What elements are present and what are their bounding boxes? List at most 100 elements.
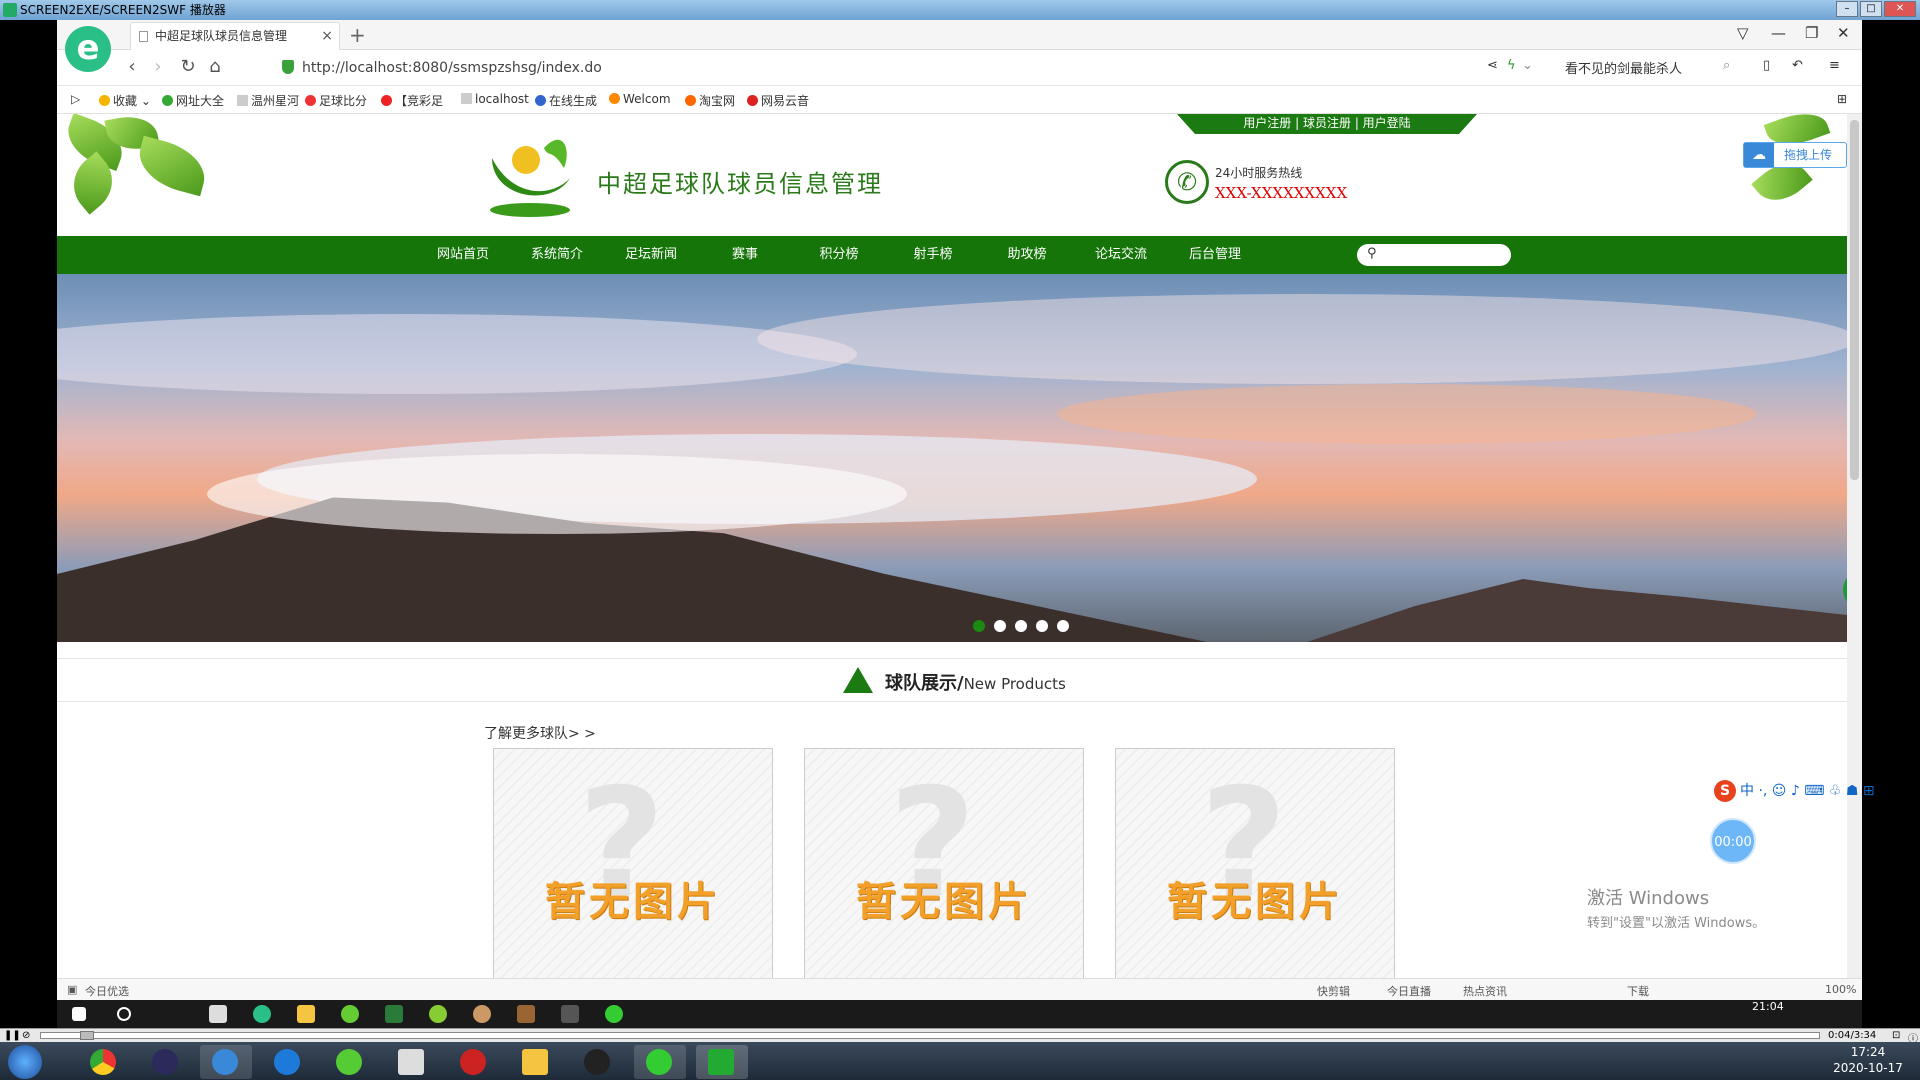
- login-link[interactable]: 用户登陆: [1363, 116, 1411, 130]
- bookmark-item[interactable]: 网易云音: [747, 92, 809, 109]
- player-maximize-icon[interactable]: □: [1860, 1, 1882, 17]
- browser-logo-icon[interactable]: e: [65, 26, 111, 72]
- undo-icon[interactable]: ↶: [1792, 58, 1803, 73]
- nav-news[interactable]: 足坛新闻: [611, 236, 691, 274]
- reload-icon[interactable]: ↻: [176, 56, 200, 77]
- nav-forum[interactable]: 论坛交流: [1081, 236, 1161, 274]
- grid-icon[interactable]: ⊞: [1837, 92, 1847, 106]
- app-notepad[interactable]: [386, 1045, 438, 1079]
- sidebar-toggle-icon[interactable]: ▷: [71, 92, 80, 106]
- hotline-label: 24小时服务热线: [1215, 166, 1303, 180]
- baidu-netdisk-app[interactable]: [200, 1045, 252, 1079]
- browser-tab[interactable]: 中超足球队球员信息管理 ×: [130, 22, 340, 50]
- url-field[interactable]: http://localhost:8080/ssmspzshsg/index.d…: [282, 56, 1512, 80]
- share-icon[interactable]: ⋖: [1487, 58, 1498, 73]
- restore-icon[interactable]: ❐: [1805, 24, 1818, 42]
- menu-icon[interactable]: ≡: [1829, 58, 1840, 73]
- slide-dot[interactable]: [1057, 620, 1069, 632]
- nav-about[interactable]: 系统简介: [517, 236, 597, 274]
- pause-icon[interactable]: ❚❚: [4, 1030, 21, 1041]
- site-title: 中超足球队球员信息管理: [597, 170, 883, 198]
- nav-scorers[interactable]: 射手榜: [893, 236, 973, 274]
- forward-icon[interactable]: ›: [146, 56, 170, 77]
- nav-assists[interactable]: 助攻榜: [987, 236, 1067, 274]
- chrome-app[interactable]: [78, 1045, 130, 1079]
- seek-track[interactable]: [40, 1032, 1820, 1039]
- close-icon[interactable]: ✕: [1837, 24, 1850, 42]
- home-icon[interactable]: ⌂: [203, 56, 227, 77]
- scrollbar-thumb[interactable]: [1850, 120, 1859, 480]
- player-close-icon[interactable]: ✕: [1884, 1, 1916, 17]
- app-icon: [385, 1005, 403, 1023]
- back-icon[interactable]: ‹: [120, 56, 144, 77]
- lightning-icon[interactable]: ϟ: [1507, 58, 1516, 73]
- bookmark-item[interactable]: 网址大全: [162, 92, 224, 109]
- edge-app[interactable]: [262, 1045, 314, 1079]
- site-icon: [535, 95, 546, 106]
- more-teams-link[interactable]: 了解更多球队> >: [484, 723, 596, 743]
- nav-standings[interactable]: 积分榜: [799, 236, 879, 274]
- team-card[interactable]: ? 暂无图片: [493, 748, 773, 978]
- bookmark-item[interactable]: 温州星河: [237, 92, 299, 109]
- status-item[interactable]: 热点资讯: [1463, 983, 1507, 999]
- ime-toolbar[interactable]: S中 ·, ☺ ♪ ⌨ ♧ ☗ ⊞: [1714, 780, 1875, 804]
- no-image-label: 暂无图片: [856, 879, 1032, 925]
- page-scrollbar[interactable]: [1847, 114, 1862, 978]
- slide-dot[interactable]: [973, 620, 985, 632]
- nav-home[interactable]: 网站首页: [423, 236, 503, 274]
- minimize-icon[interactable]: —: [1771, 24, 1786, 42]
- status-item[interactable]: 今日直播: [1387, 983, 1431, 999]
- tab-title: 中超足球队球员信息管理: [155, 29, 288, 43]
- bookmark-item[interactable]: Welcom: [609, 92, 671, 106]
- nav-admin[interactable]: 后台管理: [1175, 236, 1255, 274]
- tray-clock[interactable]: 17:24 2020-10-17: [1818, 1044, 1918, 1076]
- qq-app[interactable]: [572, 1045, 624, 1079]
- site-search-input[interactable]: ⚲: [1357, 244, 1511, 266]
- bookmark-favorites[interactable]: 收藏 ⌄: [99, 92, 151, 109]
- tree-icon: [843, 667, 873, 693]
- bookmark-item[interactable]: localhost: [461, 92, 529, 106]
- nav-matches[interactable]: 赛事: [705, 236, 785, 274]
- reading-icon[interactable]: ▯: [1763, 58, 1770, 73]
- skin-icon[interactable]: ▽: [1737, 24, 1749, 42]
- app-green[interactable]: [324, 1045, 376, 1079]
- status-item[interactable]: 快剪辑: [1317, 983, 1350, 999]
- player-minimize-icon[interactable]: –: [1836, 1, 1858, 17]
- flash-app[interactable]: [448, 1045, 500, 1079]
- bookmark-item[interactable]: 【竞彩足: [381, 92, 443, 109]
- slide-dot[interactable]: [1036, 620, 1048, 632]
- bookmark-item[interactable]: 淘宝网: [685, 92, 735, 109]
- register-player-link[interactable]: 球员注册: [1303, 116, 1351, 130]
- banner-slideshow[interactable]: [57, 274, 1847, 642]
- site-icon: [305, 95, 316, 106]
- player-app[interactable]: [696, 1045, 748, 1079]
- drag-upload-button[interactable]: ☁ 拖拽上传: [1743, 142, 1847, 168]
- seek-knob[interactable]: [80, 1031, 94, 1040]
- team-card[interactable]: ? 暂无图片: [804, 748, 1084, 978]
- search-icon[interactable]: ⌕: [1723, 58, 1730, 73]
- app-icon: [473, 1005, 491, 1023]
- new-tab-icon[interactable]: +: [349, 22, 366, 48]
- slide-dot[interactable]: [1015, 620, 1027, 632]
- eclipse-app[interactable]: [140, 1045, 192, 1079]
- fullscreen-icon[interactable]: ⊡: [1892, 1030, 1900, 1041]
- wechat-app[interactable]: [634, 1045, 686, 1079]
- app-icon: [209, 1005, 227, 1023]
- status-left[interactable]: 今日优选: [85, 983, 129, 999]
- timer-bubble[interactable]: 00:00: [1710, 818, 1756, 864]
- chevron-down-icon[interactable]: ⌄: [1522, 58, 1533, 73]
- team-card[interactable]: ? 暂无图片: [1115, 748, 1395, 978]
- stop-icon[interactable]: ⊘: [22, 1030, 30, 1041]
- search-hint[interactable]: 看不见的剑最能杀人: [1565, 58, 1682, 77]
- zoom-level[interactable]: 100%: [1825, 983, 1856, 996]
- register-user-link[interactable]: 用户注册: [1243, 116, 1291, 130]
- bookmark-item[interactable]: 在线生成: [535, 92, 597, 109]
- windows-start-icon[interactable]: [8, 1045, 42, 1079]
- slide-dot[interactable]: [994, 620, 1006, 632]
- recorded-clock: 21:04: [1752, 1000, 1784, 1013]
- bookmark-item[interactable]: 足球比分: [305, 92, 367, 109]
- explorer-app[interactable]: [510, 1045, 562, 1079]
- tab-close-icon[interactable]: ×: [321, 23, 333, 49]
- status-item[interactable]: 下载: [1627, 983, 1649, 999]
- player-icon: [708, 1049, 734, 1075]
